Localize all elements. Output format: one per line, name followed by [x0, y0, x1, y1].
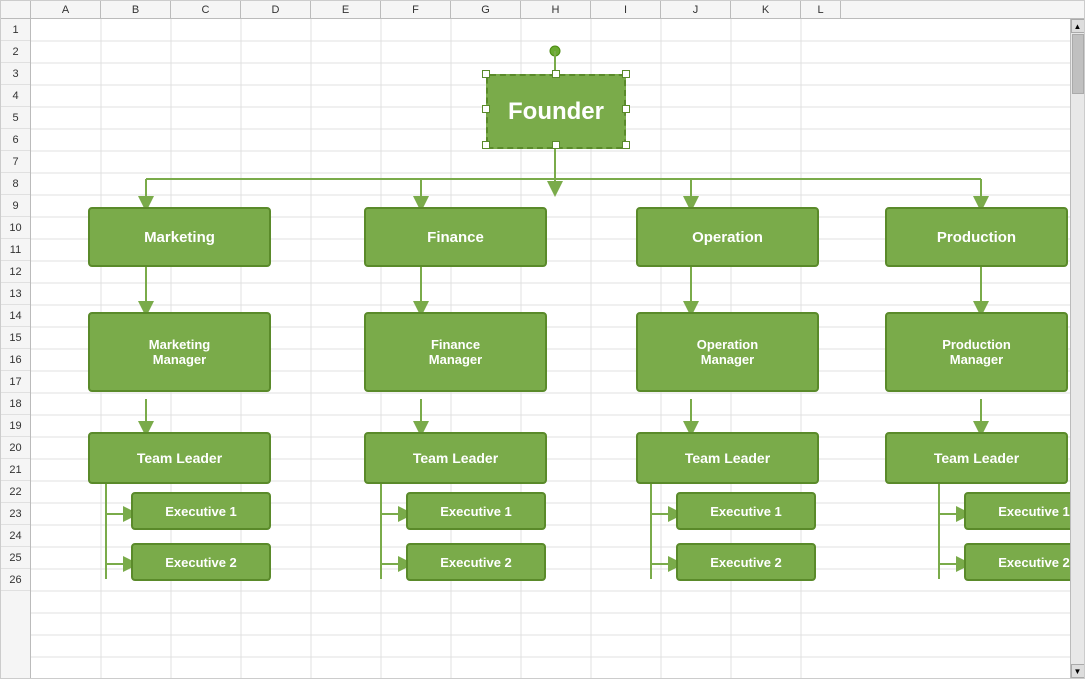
row-9: 9 — [1, 195, 30, 217]
row-8: 8 — [1, 173, 30, 195]
exec-marketing-2-label: Executive 2 — [165, 555, 237, 570]
manager-production-label: Production Manager — [942, 337, 1011, 367]
handle-tc[interactable] — [552, 70, 560, 78]
row-19: 19 — [1, 415, 30, 437]
exec-production-1-box: Executive 1 — [964, 492, 1070, 530]
manager-finance-label: Finance Manager — [429, 337, 482, 367]
col-j[interactable]: J — [661, 1, 731, 18]
row-25: 25 — [1, 547, 30, 569]
manager-operation-label: Operation Manager — [697, 337, 758, 367]
row-5: 5 — [1, 107, 30, 129]
row-11: 11 — [1, 239, 30, 261]
col-f[interactable]: F — [381, 1, 451, 18]
row-13: 13 — [1, 283, 30, 305]
row-6: 6 — [1, 129, 30, 151]
manager-marketing-label: Marketing Manager — [149, 337, 210, 367]
handle-br[interactable] — [622, 141, 630, 149]
row-7: 7 — [1, 151, 30, 173]
row-24: 24 — [1, 525, 30, 547]
manager-finance-box: Finance Manager — [364, 312, 547, 392]
handle-tr[interactable] — [622, 70, 630, 78]
row-14: 14 — [1, 305, 30, 327]
col-l[interactable]: L — [801, 1, 841, 18]
col-a[interactable]: A — [31, 1, 101, 18]
exec-operation-2-box: Executive 2 — [676, 543, 816, 581]
exec-finance-2-label: Executive 2 — [440, 555, 512, 570]
row-21: 21 — [1, 459, 30, 481]
col-g[interactable]: G — [451, 1, 521, 18]
handle-bl[interactable] — [482, 141, 490, 149]
teamleader-operation-label: Team Leader — [685, 450, 770, 466]
handle-ml[interactable] — [482, 105, 490, 113]
col-c[interactable]: C — [171, 1, 241, 18]
manager-operation-box: Operation Manager — [636, 312, 819, 392]
handle-mr[interactable] — [622, 105, 630, 113]
exec-production-2-label: Executive 2 — [998, 555, 1070, 570]
exec-operation-2-label: Executive 2 — [710, 555, 782, 570]
column-headers: A B C D E F G H I J K L — [1, 1, 1084, 19]
exec-operation-1-label: Executive 1 — [710, 504, 782, 519]
dept-production-box: Production — [885, 207, 1068, 267]
row-17: 17 — [1, 371, 30, 393]
col-b[interactable]: B — [101, 1, 171, 18]
dept-production-label: Production — [937, 229, 1016, 246]
exec-production-2-box: Executive 2 — [964, 543, 1070, 581]
dept-finance-label: Finance — [427, 229, 484, 246]
teamleader-marketing-box: Team Leader — [88, 432, 271, 484]
row-26: 26 — [1, 569, 30, 591]
col-d[interactable]: D — [241, 1, 311, 18]
dept-operation-box: Operation — [636, 207, 819, 267]
dept-marketing-label: Marketing — [144, 229, 215, 246]
scroll-track[interactable] — [1071, 33, 1085, 664]
grid-area: 1 2 3 4 5 6 7 8 9 10 11 12 13 14 15 16 1… — [1, 19, 1084, 678]
teamleader-operation-box: Team Leader — [636, 432, 819, 484]
row-22: 22 — [1, 481, 30, 503]
row-3: 3 — [1, 63, 30, 85]
row-numbers: 1 2 3 4 5 6 7 8 9 10 11 12 13 14 15 16 1… — [1, 19, 31, 678]
founder-box[interactable]: Founder — [486, 74, 626, 149]
teamleader-marketing-label: Team Leader — [137, 450, 222, 466]
handle-tl[interactable] — [482, 70, 490, 78]
dept-marketing-box: Marketing — [88, 207, 271, 267]
col-k[interactable]: K — [731, 1, 801, 18]
handle-bc[interactable] — [552, 141, 560, 149]
scroll-thumb[interactable] — [1072, 34, 1084, 94]
col-h[interactable]: H — [521, 1, 591, 18]
founder-label: Founder — [508, 98, 604, 126]
exec-operation-1-box: Executive 1 — [676, 492, 816, 530]
row-20: 20 — [1, 437, 30, 459]
scrollbar-right[interactable]: ▲ ▼ — [1070, 19, 1084, 678]
exec-marketing-1-box: Executive 1 — [131, 492, 271, 530]
row-4: 4 — [1, 85, 30, 107]
exec-finance-2-box: Executive 2 — [406, 543, 546, 581]
col-e[interactable]: E — [311, 1, 381, 18]
row-18: 18 — [1, 393, 30, 415]
row-1: 1 — [1, 19, 30, 41]
row-12: 12 — [1, 261, 30, 283]
manager-production-box: Production Manager — [885, 312, 1068, 392]
col-i[interactable]: I — [591, 1, 661, 18]
exec-finance-1-box: Executive 1 — [406, 492, 546, 530]
teamleader-production-label: Team Leader — [934, 450, 1019, 466]
scroll-up-btn[interactable]: ▲ — [1071, 19, 1085, 33]
dept-finance-box: Finance — [364, 207, 547, 267]
exec-marketing-2-box: Executive 2 — [131, 543, 271, 581]
spreadsheet: A B C D E F G H I J K L 1 2 3 4 5 6 7 8 … — [0, 0, 1085, 679]
teamleader-finance-label: Team Leader — [413, 450, 498, 466]
row-15: 15 — [1, 327, 30, 349]
corner-cell — [1, 1, 31, 18]
row-2: 2 — [1, 41, 30, 63]
scroll-down-btn[interactable]: ▼ — [1071, 664, 1085, 678]
row-23: 23 — [1, 503, 30, 525]
exec-finance-1-label: Executive 1 — [440, 504, 512, 519]
row-16: 16 — [1, 349, 30, 371]
dept-operation-label: Operation — [692, 229, 763, 246]
org-chart-area: Founder Marketing Finance Operation — [31, 19, 1070, 678]
teamleader-production-box: Team Leader — [885, 432, 1068, 484]
exec-marketing-1-label: Executive 1 — [165, 504, 237, 519]
exec-production-1-label: Executive 1 — [998, 504, 1070, 519]
row-10: 10 — [1, 217, 30, 239]
manager-marketing-box: Marketing Manager — [88, 312, 271, 392]
teamleader-finance-box: Team Leader — [364, 432, 547, 484]
